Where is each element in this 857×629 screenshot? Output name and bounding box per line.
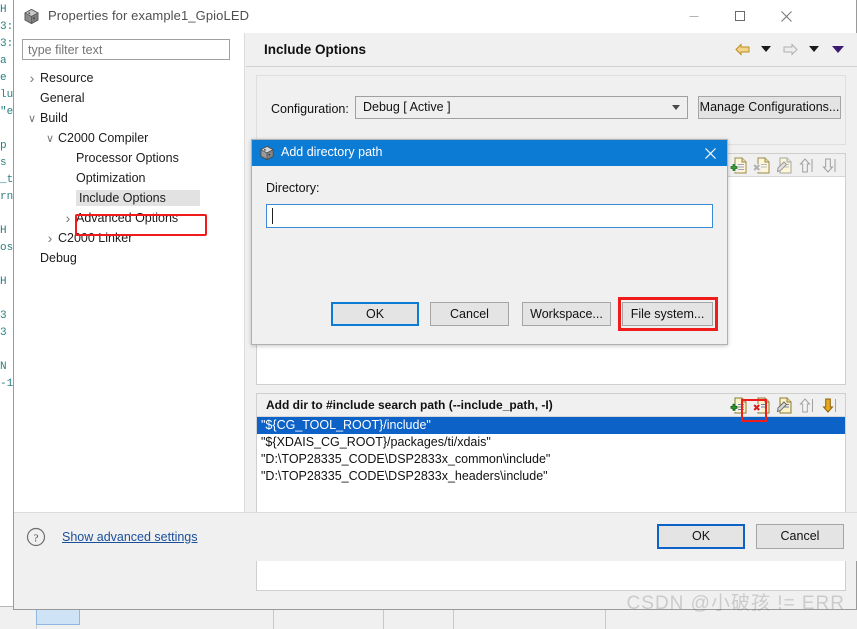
overflow-chevron-down-icon[interactable] (827, 40, 849, 58)
forward-arrow-icon[interactable] (779, 40, 801, 58)
dialog-ok-button[interactable]: OK (331, 302, 419, 326)
move-up-icon[interactable] (798, 396, 818, 415)
window-titlebar: Properties for example1_GpioLED (14, 0, 856, 34)
page-nav-buttons (731, 40, 849, 58)
svg-text:?: ? (34, 533, 39, 545)
dialog-cancel-button[interactable]: Cancel (430, 302, 509, 326)
edit-icon[interactable] (775, 156, 795, 175)
tree-item-advanced-options[interactable]: › Advanced Options (14, 208, 244, 228)
include-group-header: Add dir to #include search path (--inclu… (257, 394, 845, 417)
back-menu-chevron-down-icon[interactable] (755, 40, 777, 58)
tree-item-optimization[interactable]: Optimization (14, 168, 244, 188)
dialog-footer: ? Show advanced settings OK Cancel (14, 512, 857, 561)
delete-icon[interactable] (752, 156, 772, 175)
chevron-right-icon[interactable]: › (42, 230, 58, 246)
include-path-row[interactable]: "${XDAIS_CG_ROOT}/packages/ti/xdais" (257, 434, 845, 451)
settings-tree: ›ResourceGeneral∨Build∨C2000 CompilerPro… (14, 33, 245, 561)
tree-item-c2000-compiler[interactable]: ∨ C2000 Compiler (14, 128, 244, 148)
include-path-row[interactable]: "${CG_TOOL_ROOT}/include" (257, 417, 845, 434)
tree-item-label: Optimization (76, 171, 146, 185)
edit-icon[interactable] (775, 396, 795, 415)
include-group-toolbar (729, 396, 841, 415)
tree-item-debug[interactable]: Debug (14, 248, 244, 268)
cancel-button[interactable]: Cancel (756, 524, 844, 549)
show-advanced-settings-link[interactable]: Show advanced settings (62, 530, 198, 544)
page-title: Include Options (264, 42, 367, 57)
cube-icon (259, 145, 275, 161)
background-tab (36, 609, 80, 625)
chevron-down-icon (672, 105, 680, 110)
tree-item-include-options[interactable]: Include Options (14, 188, 244, 208)
close-button[interactable] (763, 0, 809, 32)
tree-item-label: C2000 Compiler (58, 131, 149, 145)
dialog-file-system-button[interactable]: File system... (622, 302, 713, 326)
tree-item-resource[interactable]: › Resource (14, 68, 244, 88)
delete-icon[interactable] (752, 396, 772, 415)
tree-item-label: C2000 Linker (58, 231, 133, 245)
add-icon[interactable] (729, 396, 749, 415)
include-path-row[interactable]: "D:\TOP28335_CODE\DSP2833x_headers\inclu… (257, 468, 845, 485)
move-up-icon[interactable] (798, 156, 818, 175)
configuration-label: Configuration: (271, 102, 349, 116)
tree-item-label: Build (40, 111, 68, 125)
window-title: Properties for example1_GpioLED (48, 8, 250, 23)
dialog-close-icon[interactable] (693, 140, 727, 166)
minimize-button[interactable] (671, 0, 717, 32)
ok-button[interactable]: OK (657, 524, 745, 549)
maximize-button[interactable] (717, 0, 763, 32)
configuration-area: Configuration: Debug [ Active ] Manage C… (256, 75, 846, 145)
include-path-row[interactable]: "D:\TOP28335_CODE\DSP2833x_common\includ… (257, 451, 845, 468)
tree-item-build[interactable]: ∨ Build (14, 108, 244, 128)
dialog-title: Add directory path (281, 145, 383, 159)
add-icon[interactable] (729, 156, 749, 175)
configuration-select[interactable]: Debug [ Active ] (355, 96, 688, 119)
include-path-list[interactable]: "${CG_TOOL_ROOT}/include" "${XDAIS_CG_ROO… (257, 417, 845, 590)
screen: H 3: 3: a e lu "e p s _t rn Hos H 3 3 N -1 Properties fo… (0, 0, 857, 629)
manage-configurations-button[interactable]: Manage Configurations... (698, 96, 841, 119)
tree-item-label: General (40, 91, 85, 105)
dialog-titlebar: Add directory path (252, 140, 727, 166)
tree-item-label: Debug (40, 251, 77, 265)
tree-item-general[interactable]: General (14, 88, 244, 108)
back-arrow-icon[interactable] (731, 40, 753, 58)
question-mark-icon[interactable]: ? (26, 527, 46, 547)
text-caret (272, 208, 273, 224)
forward-menu-chevron-down-icon[interactable] (803, 40, 825, 58)
chevron-down-icon[interactable]: ∨ (42, 132, 58, 145)
page-header: Include Options (246, 33, 857, 67)
include-search-path-group: Add dir to #include search path (--inclu… (256, 393, 846, 591)
tree-item-processor-options[interactable]: Processor Options (14, 148, 244, 168)
directory-input[interactable] (266, 204, 713, 228)
dialog-workspace-button[interactable]: Workspace... (522, 302, 611, 326)
tree-list: › Resource General ∨ Build ∨ C2000 Compiler Pro… (14, 68, 244, 268)
add-directory-path-dialog: Add directory path Directory: OK Cancel … (251, 139, 728, 345)
tree-item-label: Processor Options (76, 151, 179, 165)
watermark: CSDN @小破孩 != ERR (626, 593, 845, 614)
move-down-icon[interactable] (821, 396, 841, 415)
tree-item-label: Resource (40, 71, 94, 85)
move-down-icon[interactable] (821, 156, 841, 175)
include-group-title: Add dir to #include search path (--inclu… (266, 398, 553, 412)
configuration-value: Debug [ Active ] (363, 100, 451, 114)
cube-icon (23, 8, 40, 25)
directory-label: Directory: (266, 181, 320, 195)
tree-item-label: Include Options (76, 190, 200, 206)
chevron-right-icon[interactable]: › (60, 210, 76, 226)
tree-item-c2000-linker[interactable]: › C2000 Linker (14, 228, 244, 248)
tree-item-label: Advanced Options (76, 211, 179, 225)
filter-input[interactable] (22, 39, 230, 60)
chevron-right-icon[interactable]: › (24, 70, 40, 86)
chevron-down-icon[interactable]: ∨ (24, 112, 40, 125)
hidden-group-toolbar (729, 156, 841, 175)
